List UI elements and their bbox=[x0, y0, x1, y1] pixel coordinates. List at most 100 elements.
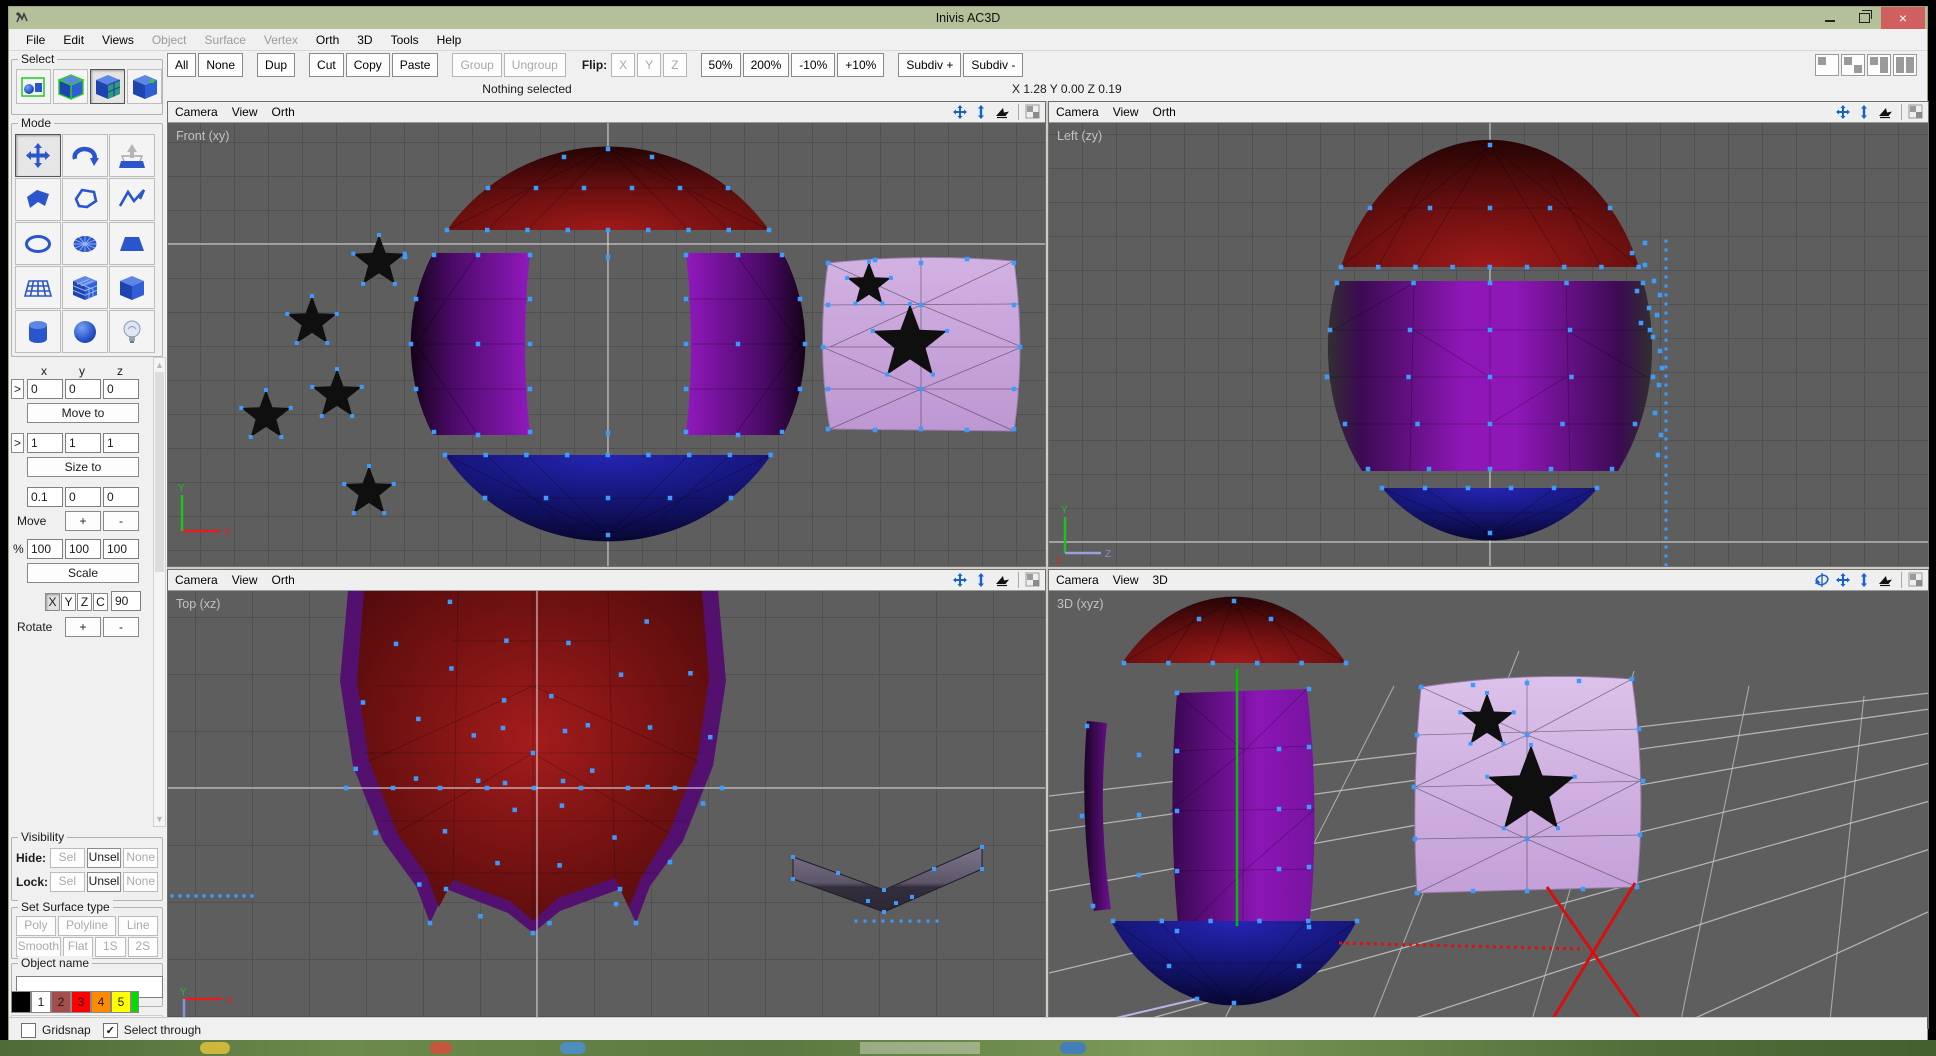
menu-edit[interactable]: Edit bbox=[54, 31, 93, 49]
vertex-dot[interactable] bbox=[1665, 267, 1668, 270]
star-polygon[interactable] bbox=[287, 296, 336, 343]
vertex-dot[interactable] bbox=[382, 511, 386, 515]
viewport-3d[interactable]: CameraView3D3D (xyz) bbox=[1048, 569, 1929, 1029]
vertex-dot[interactable] bbox=[414, 776, 419, 781]
vertex-dot[interactable] bbox=[1665, 321, 1668, 324]
vertex-dot[interactable] bbox=[1376, 265, 1381, 270]
vertex-dot[interactable] bbox=[1648, 328, 1653, 333]
surface-select-tool-button[interactable] bbox=[90, 69, 125, 104]
vertex-dot[interactable] bbox=[1636, 265, 1641, 270]
viewport-scene[interactable]: XY bbox=[168, 123, 1045, 566]
viewport-menu-view[interactable]: View bbox=[225, 105, 265, 119]
vertex-dot[interactable] bbox=[1232, 599, 1237, 604]
vertex-dot[interactable] bbox=[210, 894, 213, 897]
vertex-dot[interactable] bbox=[1637, 727, 1642, 732]
vertex-dot[interactable] bbox=[1211, 661, 1216, 666]
viewport-menu-camera[interactable]: Camera bbox=[168, 105, 225, 119]
mesh-tool-button[interactable] bbox=[15, 266, 61, 309]
layout-four-pane-button[interactable] bbox=[1893, 54, 1917, 76]
vertex-dot[interactable] bbox=[1643, 241, 1648, 246]
vertex-dot[interactable] bbox=[566, 641, 571, 646]
zoom-200-button[interactable]: 200% bbox=[743, 53, 790, 77]
vertex-dot[interactable] bbox=[444, 887, 449, 892]
vertex-dot[interactable] bbox=[1658, 293, 1663, 298]
vertex-dot[interactable] bbox=[894, 901, 898, 905]
palette-swatch-0[interactable] bbox=[11, 991, 31, 1013]
vertex-dot[interactable] bbox=[186, 894, 189, 897]
vertex-dot[interactable] bbox=[919, 261, 924, 266]
vertex-dot[interactable] bbox=[1488, 422, 1493, 427]
move-tool-button[interactable] bbox=[15, 134, 61, 177]
vertex-dot[interactable] bbox=[1175, 691, 1180, 696]
vertex-dot[interactable] bbox=[409, 342, 414, 347]
sphere-purple-sliver[interactable] bbox=[1084, 721, 1111, 911]
vertex-dot[interactable] bbox=[1573, 775, 1577, 779]
vertex-dot[interactable] bbox=[1665, 465, 1668, 468]
vertex-dot[interactable] bbox=[194, 894, 197, 897]
vertex-dot[interactable] bbox=[528, 342, 533, 347]
vertex-dot[interactable] bbox=[544, 496, 549, 501]
viewport-canvas[interactable]: Front (xy)XY bbox=[168, 123, 1045, 566]
vertex-dot[interactable] bbox=[428, 921, 433, 926]
vertex-dot[interactable] bbox=[1665, 276, 1668, 279]
updown-button[interactable] bbox=[1856, 104, 1872, 120]
vertex-dot[interactable] bbox=[606, 533, 611, 538]
hide-unsel-button[interactable]: Unsel bbox=[87, 848, 122, 868]
move-button[interactable] bbox=[952, 572, 968, 588]
vertex-dot[interactable] bbox=[648, 725, 653, 730]
vertex-dot[interactable] bbox=[768, 453, 773, 458]
vertex-dot[interactable] bbox=[1428, 206, 1433, 211]
updown-button[interactable] bbox=[973, 572, 989, 588]
vertex-dot[interactable] bbox=[1665, 249, 1668, 252]
viewport-menu-3d[interactable]: 3D bbox=[1145, 573, 1174, 587]
vertex-dot[interactable] bbox=[1552, 486, 1557, 491]
vertex-dot[interactable] bbox=[579, 786, 584, 791]
vertex-dot[interactable] bbox=[361, 282, 365, 286]
vertex-dot[interactable] bbox=[1665, 357, 1668, 360]
vertex-dot[interactable] bbox=[606, 147, 611, 152]
pane-button[interactable] bbox=[1901, 572, 1924, 588]
pane-button[interactable] bbox=[1901, 104, 1924, 120]
vertex-dot[interactable] bbox=[264, 388, 268, 392]
vertex-dot[interactable] bbox=[1167, 964, 1172, 969]
vertex-dot[interactable] bbox=[1656, 453, 1661, 458]
ellipse-tool-button[interactable] bbox=[15, 222, 61, 265]
vertex-dot[interactable] bbox=[1012, 427, 1017, 432]
vertex-dot[interactable] bbox=[1657, 383, 1662, 388]
vertex-dot[interactable] bbox=[687, 453, 692, 458]
polygon-tool-button[interactable] bbox=[15, 178, 61, 221]
vertex-dot[interactable] bbox=[1328, 328, 1333, 333]
scrollbar-thumb[interactable] bbox=[155, 372, 164, 572]
close-button[interactable]: × bbox=[1881, 7, 1925, 29]
vertex-dot[interactable] bbox=[900, 920, 903, 923]
vertex-dot[interactable] bbox=[882, 920, 885, 923]
vertex-dot[interactable] bbox=[557, 863, 562, 868]
vertex-dot[interactable] bbox=[1012, 387, 1017, 392]
vertex-dot[interactable] bbox=[393, 282, 397, 286]
vertex-dot[interactable] bbox=[566, 228, 571, 233]
vertex-dot[interactable] bbox=[686, 228, 691, 233]
rotate-tool-button[interactable] bbox=[62, 134, 108, 177]
move-to-y-input[interactable]: 0 bbox=[65, 379, 101, 399]
vertex-dot[interactable] bbox=[285, 312, 289, 316]
vertex-dot[interactable] bbox=[727, 228, 732, 233]
move-plus-button[interactable]: + bbox=[65, 511, 101, 531]
vertex-dot[interactable] bbox=[1630, 251, 1635, 256]
vertex-dot[interactable] bbox=[1665, 240, 1668, 243]
vertex-dot[interactable] bbox=[645, 785, 650, 790]
scroll-up-icon[interactable]: ▲ bbox=[154, 360, 165, 370]
viewport-scene[interactable] bbox=[1049, 591, 1928, 1028]
vertex-dot[interactable] bbox=[910, 895, 914, 899]
vertex-dot[interactable] bbox=[417, 882, 422, 887]
size-to-y-input[interactable]: 1 bbox=[65, 433, 101, 453]
move-to-button[interactable]: Move to bbox=[27, 403, 139, 423]
vertex-dot[interactable] bbox=[668, 496, 673, 501]
vertex-dot[interactable] bbox=[1380, 486, 1385, 491]
vertex-dot[interactable] bbox=[1091, 904, 1096, 909]
cylinder-tool-button[interactable] bbox=[15, 310, 61, 353]
vertex-dot[interactable] bbox=[908, 302, 912, 306]
vertex-dot[interactable] bbox=[1411, 281, 1416, 286]
vertex-dot[interactable] bbox=[1549, 467, 1554, 472]
vertex-dot[interactable] bbox=[1488, 328, 1493, 333]
box-tool-button[interactable] bbox=[109, 266, 155, 309]
